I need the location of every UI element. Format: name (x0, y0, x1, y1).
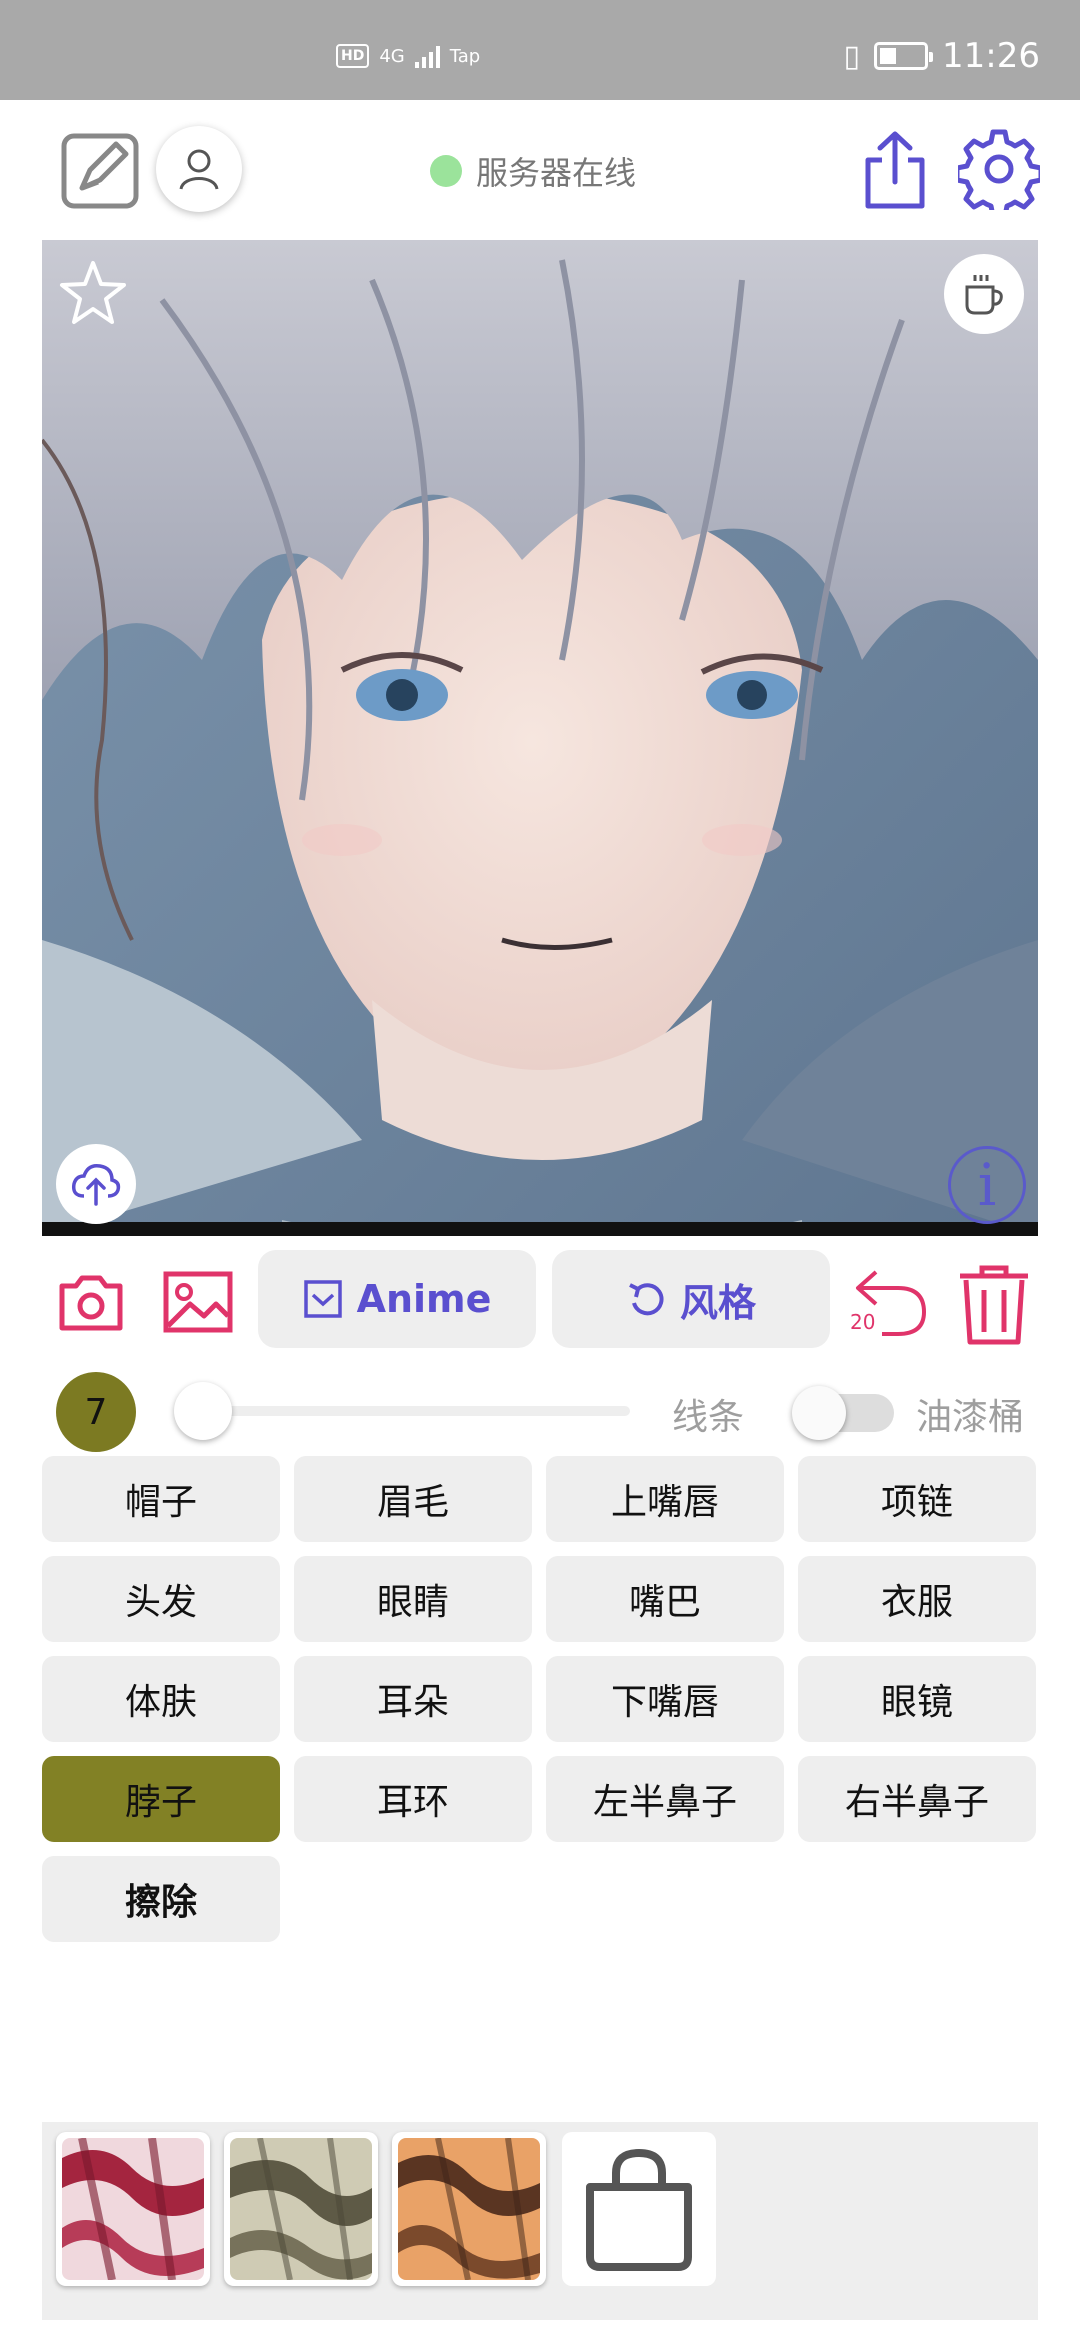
portrait-image (42, 240, 1038, 1236)
anime-button[interactable]: Anime (258, 1250, 536, 1348)
status-indicators: HD 4G Tap (336, 44, 480, 68)
shopping-bag-icon (586, 2148, 692, 2271)
hd-icon: HD (336, 44, 370, 68)
network-type: 4G (379, 45, 405, 67)
image-icon (163, 1271, 233, 1333)
canvas-bottom-bar (42, 1222, 1038, 1236)
part-button[interactable]: 眉毛 (294, 1456, 532, 1542)
crimson-texture (62, 2138, 204, 2280)
pen-square-icon (61, 133, 139, 209)
info-button[interactable]: i (948, 1146, 1026, 1224)
signal-icon (414, 44, 440, 68)
profile-button[interactable] (156, 126, 242, 212)
cloud-upload-button[interactable] (56, 1144, 136, 1224)
part-button[interactable]: 头发 (42, 1556, 280, 1642)
action-toolbar: Anime 风格 20 (0, 1250, 1080, 1350)
swatch-olive[interactable] (224, 2132, 378, 2286)
style-label: 风格 (679, 1280, 756, 1325)
orange-texture (398, 2138, 540, 2280)
part-button[interactable]: 右半鼻子 (798, 1756, 1036, 1842)
app-screen: HD 4G Tap ▯ 11:26 服务器在线 i Anime 风格 20 7 … (0, 0, 1080, 2338)
texture-palette (42, 2122, 1038, 2320)
brush-slider-thumb[interactable] (174, 1382, 232, 1440)
edit-button[interactable] (60, 130, 140, 210)
brush-controls: 7 线条 油漆桶 (0, 1370, 1080, 1452)
camera-icon (59, 1275, 123, 1331)
clock: 11:26 (942, 36, 1040, 76)
rotate-left-icon (629, 1283, 664, 1316)
part-button[interactable]: 耳朵 (294, 1656, 532, 1742)
part-button[interactable]: 项链 (798, 1456, 1036, 1542)
part-button[interactable]: 体肤 (42, 1656, 280, 1742)
part-button[interactable]: 帽子 (42, 1456, 280, 1542)
swatch-crimson[interactable] (56, 2132, 210, 2286)
checkbox-icon (303, 1280, 342, 1318)
part-button[interactable]: 擦除 (42, 1856, 280, 1942)
shop-button[interactable] (562, 2132, 716, 2286)
part-button[interactable]: 嘴巴 (546, 1556, 784, 1642)
part-button[interactable]: 脖子 (42, 1756, 280, 1842)
server-status: 服务器在线 (430, 148, 636, 194)
status-bar: HD 4G Tap ▯ 11:26 (0, 0, 1080, 100)
anime-label: Anime (356, 1277, 492, 1321)
favorite-button[interactable] (58, 258, 128, 328)
app-header: 服务器在线 (0, 100, 1080, 240)
brush-size-slider[interactable] (178, 1406, 630, 1416)
part-button[interactable]: 耳环 (294, 1756, 532, 1842)
battery-icon (874, 42, 934, 70)
delete-button[interactable] (956, 1262, 1032, 1346)
part-button[interactable]: 左半鼻子 (546, 1756, 784, 1842)
info-icon: i (977, 1151, 997, 1219)
share-button[interactable] (860, 130, 930, 210)
toggle-knob (792, 1386, 846, 1440)
part-button[interactable]: 下嘴唇 (546, 1656, 784, 1742)
swatch-orange[interactable] (392, 2132, 546, 2286)
part-button[interactable]: 眼睛 (294, 1556, 532, 1642)
gear-icon (954, 129, 1044, 219)
part-button[interactable]: 上嘴唇 (546, 1456, 784, 1542)
cloud-upload-icon (71, 1163, 121, 1206)
gallery-button[interactable] (162, 1270, 234, 1334)
server-status-text: 服务器在线 (476, 154, 637, 192)
undo-count: 20 (850, 1310, 876, 1334)
carrier-label: Tap (449, 45, 481, 67)
bucket-label: 油漆桶 (916, 1397, 1025, 1438)
brush-size-value: 7 (84, 1391, 108, 1433)
share-icon (865, 131, 925, 209)
trash-icon (960, 1265, 1028, 1345)
part-button[interactable]: 衣服 (798, 1556, 1036, 1642)
coffee-icon (965, 275, 1003, 315)
camera-button[interactable] (58, 1272, 124, 1332)
user-icon (179, 149, 219, 190)
star-icon (60, 261, 126, 324)
face-part-grid: 帽子 眉毛 上嘴唇 项链头发 眼睛 嘴巴 衣服体肤 耳朵 下嘴唇 眼镜脖子 耳环 左半鼻子 右半鼻子擦除 (42, 1456, 1038, 1942)
lines-label: 线条 (672, 1397, 745, 1438)
coffee-button[interactable] (944, 254, 1024, 334)
vibrate-icon: ▯ (843, 38, 861, 74)
olive-texture (230, 2138, 372, 2280)
status-dot-icon (430, 155, 462, 187)
brush-size-indicator: 7 (56, 1372, 136, 1452)
part-button[interactable]: 眼镜 (798, 1656, 1036, 1742)
style-button[interactable]: 风格 (552, 1250, 830, 1348)
image-canvas[interactable]: i (42, 240, 1038, 1236)
bucket-toggle[interactable] (792, 1386, 896, 1440)
settings-button[interactable] (954, 128, 1044, 219)
status-right: ▯ 11:26 (844, 36, 1041, 76)
